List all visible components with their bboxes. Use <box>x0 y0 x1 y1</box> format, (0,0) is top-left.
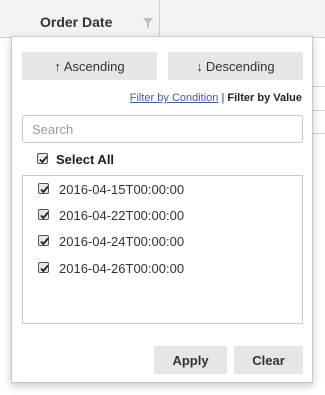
filter-mode-links: Filter by Condition | Filter by Value <box>130 92 302 104</box>
search-input[interactable] <box>22 115 303 143</box>
check-icon <box>40 211 49 220</box>
column-title: Order Date <box>40 14 113 30</box>
select-all-label: Select All <box>56 152 115 167</box>
value-checkbox[interactable] <box>38 235 49 246</box>
sort-descending-button[interactable]: ↓ Descending <box>168 52 303 80</box>
check-icon <box>40 185 49 194</box>
arrow-down-icon: ↓ <box>196 58 203 74</box>
check-icon <box>40 237 49 246</box>
value-checkbox[interactable] <box>38 262 49 273</box>
value-checkbox[interactable] <box>38 209 49 220</box>
sort-ascending-button[interactable]: ↑ Ascending <box>22 52 157 80</box>
arrow-up-icon: ↑ <box>54 58 61 74</box>
check-icon <box>40 264 49 273</box>
value-label: 2016-04-26T00:00:00 <box>59 261 185 276</box>
sort-ascending-label: Ascending <box>63 58 125 74</box>
sort-descending-label: Descending <box>205 58 275 74</box>
filter-by-value-link[interactable]: Filter by Value <box>227 92 302 104</box>
check-icon <box>39 155 48 164</box>
filter-icon[interactable] <box>142 17 154 29</box>
value-label: 2016-04-24T00:00:00 <box>59 234 185 249</box>
filter-dropdown-menu: ↑ Ascending ↓ Descending Filter by Condi… <box>11 36 313 383</box>
filter-values-list[interactable]: 2016-04-15T00:00:00 2016-04-22T00:00:00 … <box>22 175 303 324</box>
grid-header: Order Date <box>0 0 325 38</box>
clear-button[interactable]: Clear <box>234 346 303 374</box>
filter-mode-separator: | <box>221 92 225 104</box>
column-header-order-date[interactable]: Order Date <box>0 0 160 37</box>
value-checkbox[interactable] <box>38 183 49 194</box>
filter-by-condition-link[interactable]: Filter by Condition <box>130 92 219 104</box>
value-label: 2016-04-15T00:00:00 <box>59 182 185 197</box>
select-all-checkbox[interactable] <box>37 153 48 164</box>
value-label: 2016-04-22T00:00:00 <box>59 208 185 223</box>
apply-button[interactable]: Apply <box>154 346 227 374</box>
